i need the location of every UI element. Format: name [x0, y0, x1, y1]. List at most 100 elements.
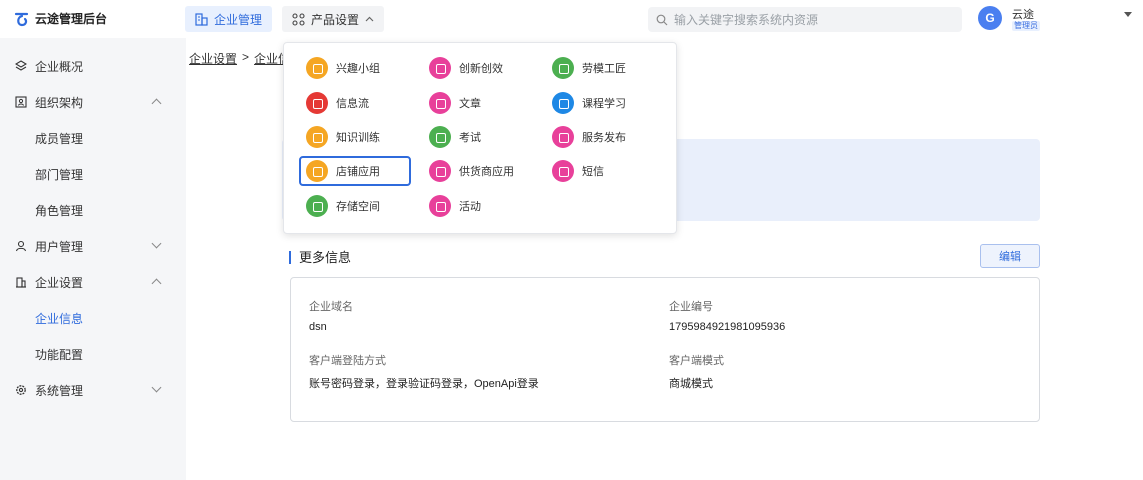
- role-badge: 管理员: [1012, 21, 1040, 31]
- app-logo[interactable]: 云途管理后台: [14, 10, 107, 27]
- login-value: 账号密码登录，登录验证码登录，OpenApi登录: [309, 378, 539, 390]
- product-item-label: 存储空间: [336, 201, 380, 213]
- sidebar-item-company-settings[interactable]: 企业设置: [0, 264, 186, 300]
- sidebar-item-label: 组织架构: [35, 95, 84, 110]
- sidebar: 企业概况 组织架构 成员管理 部门管理 角色管理 用户管理 企业设置 企业信息 …: [0, 48, 186, 480]
- group-icon: [306, 57, 328, 79]
- product-item-knowledge-training[interactable]: 知识训练: [306, 124, 380, 150]
- domain-label: 企业域名: [309, 301, 353, 313]
- product-settings-dropdown: 兴趣小组 创新创效 劳模工匠 信息流 文章 课程学习 知识训练 考试 服务发布 …: [283, 42, 677, 234]
- product-item-sms[interactable]: 短信: [552, 158, 604, 184]
- sidebar-item-label: 企业设置: [35, 275, 84, 290]
- activity-icon: [429, 195, 451, 217]
- org-icon: [15, 96, 27, 108]
- document-icon: [429, 160, 451, 182]
- search-input[interactable]: [674, 12, 954, 27]
- chevron-down-icon: [151, 238, 162, 249]
- user-icon: [15, 240, 27, 252]
- product-item-storage[interactable]: 存储空间: [306, 193, 380, 219]
- product-item-label: 课程学习: [582, 98, 626, 110]
- sidebar-item-label: 功能配置: [35, 347, 84, 362]
- sidebar-item-org[interactable]: 组织架构: [0, 84, 186, 120]
- product-item-service-publish[interactable]: 服务发布: [552, 124, 626, 150]
- app-title: 云途管理后台: [35, 12, 108, 26]
- product-item-shop-app[interactable]: 店铺应用: [299, 156, 411, 186]
- product-item-label: 供货商应用: [459, 166, 514, 178]
- product-item-article[interactable]: 文章: [429, 90, 481, 116]
- product-item-label: 活动: [459, 201, 481, 213]
- sidebar-item-departments[interactable]: 部门管理: [0, 156, 186, 192]
- product-item-course[interactable]: 课程学习: [552, 90, 626, 116]
- rss-icon: [306, 92, 328, 114]
- breadcrumb: 企业设置 > 企业信: [189, 50, 290, 67]
- sidebar-item-overview[interactable]: 企业概况: [0, 48, 186, 84]
- search-box[interactable]: [648, 7, 962, 32]
- info-card: 企业域名 dsn 企业编号 1795984921981095936 客户端登陆方…: [290, 277, 1040, 422]
- domain-value: dsn: [309, 321, 327, 333]
- search-icon: [656, 14, 668, 25]
- user-name[interactable]: 云途: [1012, 6, 1034, 22]
- mode-label: 客户端模式: [669, 355, 724, 367]
- sidebar-item-label: 角色管理: [35, 203, 84, 218]
- section-title: 更多信息: [289, 251, 351, 264]
- avatar[interactable]: G: [978, 6, 1002, 30]
- sidebar-item-label: 用户管理: [35, 239, 84, 254]
- nav-product-label: 产品设置: [311, 12, 360, 27]
- medal-icon: [552, 57, 574, 79]
- trophy-icon: [306, 126, 328, 148]
- chevron-up-icon: [365, 16, 374, 21]
- building-icon: [195, 12, 208, 26]
- sidebar-item-label: 成员管理: [35, 131, 84, 146]
- top-bar: 云途管理后台 企业管理 产品设置 G 云途 管理员: [0, 0, 1143, 38]
- apps-icon: [292, 12, 305, 26]
- product-item-interest-group[interactable]: 兴趣小组: [306, 55, 380, 81]
- product-item-label: 服务发布: [582, 132, 626, 144]
- product-item-innovation[interactable]: 创新创效: [429, 55, 503, 81]
- login-label: 客户端登陆方式: [309, 355, 386, 367]
- sidebar-item-label: 部门管理: [35, 167, 84, 182]
- chevron-down-icon: [151, 382, 162, 393]
- chevron-up-icon: [151, 98, 162, 109]
- shop-icon: [306, 160, 328, 182]
- send-icon: [552, 126, 574, 148]
- breadcrumb-link[interactable]: 企业设置: [189, 50, 237, 67]
- nav-product-settings[interactable]: 产品设置: [282, 6, 385, 32]
- book-icon: [552, 92, 574, 114]
- product-item-exam[interactable]: 考试: [429, 124, 481, 150]
- layers-icon: [15, 60, 27, 71]
- product-item-supplier-app[interactable]: 供货商应用: [429, 158, 514, 184]
- exam-icon: [429, 126, 451, 148]
- lightbulb-icon: [429, 57, 451, 79]
- mode-value: 商城模式: [669, 378, 713, 390]
- product-item-label: 考试: [459, 132, 481, 144]
- logo-icon: [14, 12, 29, 26]
- product-item-label: 兴趣小组: [336, 63, 380, 75]
- product-item-activity[interactable]: 活动: [429, 193, 481, 219]
- sidebar-item-system[interactable]: 系统管理: [0, 372, 186, 408]
- sidebar-item-label: 系统管理: [35, 383, 84, 398]
- building-icon: [16, 277, 26, 288]
- product-item-feed[interactable]: 信息流: [306, 90, 369, 116]
- product-item-label: 店铺应用: [336, 166, 380, 178]
- sidebar-item-company-info[interactable]: 企业信息: [0, 300, 186, 336]
- chat-icon: [552, 160, 574, 182]
- sidebar-item-roles[interactable]: 角色管理: [0, 192, 186, 228]
- pen-icon: [429, 92, 451, 114]
- caret-down-icon[interactable]: [1124, 12, 1132, 17]
- nav-company-label: 企业管理: [214, 12, 263, 27]
- sidebar-item-users[interactable]: 用户管理: [0, 228, 186, 264]
- code-label: 企业编号: [669, 301, 713, 313]
- nav-company-management[interactable]: 企业管理: [185, 6, 273, 32]
- edit-button[interactable]: 编辑: [980, 244, 1040, 268]
- sidebar-item-members[interactable]: 成员管理: [0, 120, 186, 156]
- storage-icon: [306, 195, 328, 217]
- sidebar-item-label: 企业概况: [35, 59, 84, 74]
- product-item-label: 劳模工匠: [582, 63, 626, 75]
- product-item-label: 文章: [459, 98, 481, 110]
- chevron-up-icon: [151, 278, 162, 289]
- product-item-model-worker[interactable]: 劳模工匠: [552, 55, 626, 81]
- sidebar-item-features[interactable]: 功能配置: [0, 336, 186, 372]
- product-item-label: 创新创效: [459, 63, 503, 75]
- sidebar-item-label: 企业信息: [35, 311, 84, 326]
- gear-icon: [16, 385, 26, 395]
